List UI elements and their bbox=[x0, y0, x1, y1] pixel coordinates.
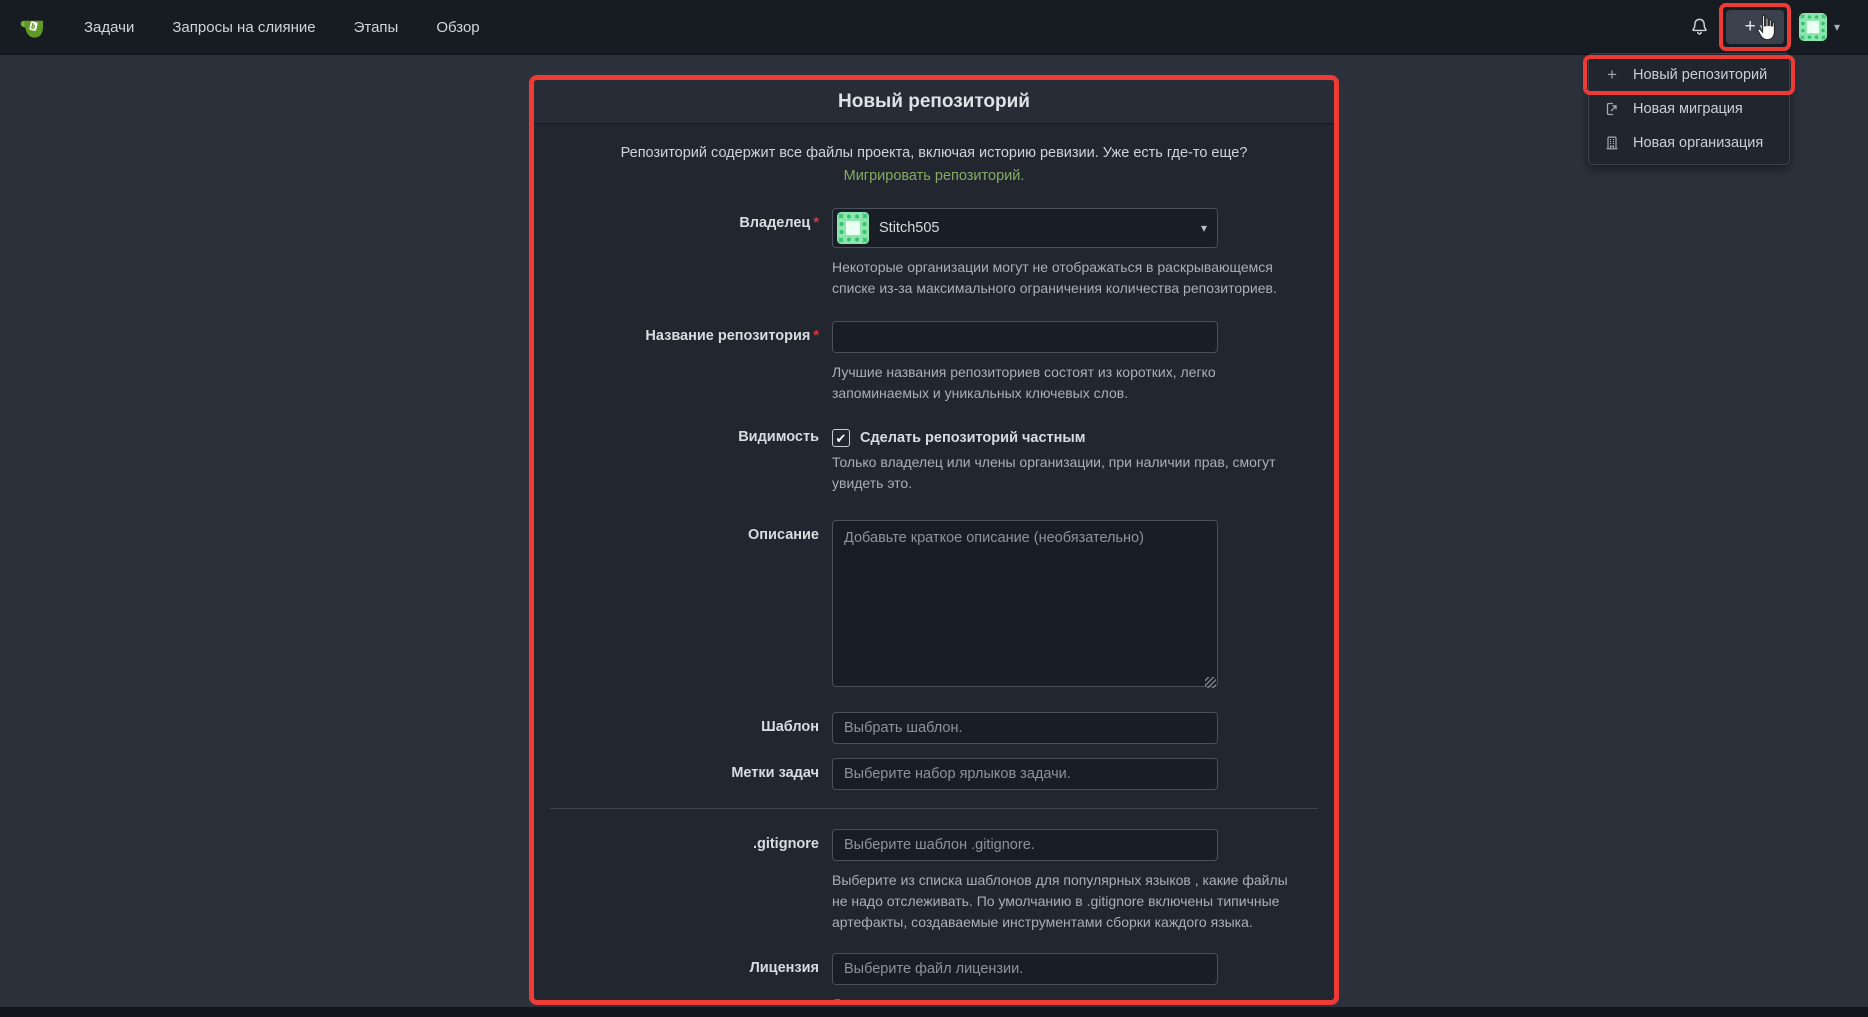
template-label: Шаблон bbox=[564, 712, 819, 744]
menu-item-new-organization[interactable]: Новая организация bbox=[1589, 126, 1789, 160]
nav-item-pull-requests[interactable]: Запросы на слияние bbox=[172, 19, 315, 36]
nav-item-milestones[interactable]: Этапы bbox=[354, 19, 399, 36]
menu-item-new-repository[interactable]: + Новый репозиторий bbox=[1589, 58, 1789, 92]
description-textarea[interactable] bbox=[832, 520, 1218, 687]
plus-icon: + bbox=[1745, 16, 1756, 38]
gitea-logo[interactable] bbox=[16, 11, 48, 43]
private-checkbox-label: Сделать репозиторий частным bbox=[860, 430, 1086, 446]
license-input[interactable] bbox=[832, 953, 1218, 985]
gitignore-help: Выберите из списка шаблонов для популярн… bbox=[832, 870, 1304, 933]
description-row: Описание bbox=[564, 520, 1304, 692]
create-new-button[interactable]: + ▾ bbox=[1726, 10, 1784, 44]
owner-row: Владелец* bbox=[564, 208, 1304, 299]
required-marker: * bbox=[813, 328, 819, 344]
license-row: Лицензия Лицензия определяет, что другие… bbox=[564, 953, 1304, 1000]
new-button-annotation-box: + ▾ bbox=[1719, 3, 1791, 51]
form-title: Новый репозиторий bbox=[534, 80, 1334, 124]
form-annotation-box: Новый репозиторий Репозиторий содержит в… bbox=[529, 75, 1339, 1005]
chevron-down-icon: ▾ bbox=[1760, 21, 1766, 34]
notifications-bell-icon[interactable] bbox=[1690, 17, 1709, 37]
form-intro: Репозиторий содержит все файлы проекта, … bbox=[584, 142, 1284, 188]
migration-icon bbox=[1603, 101, 1621, 117]
description-label: Описание bbox=[564, 520, 819, 692]
license-label: Лицензия bbox=[564, 953, 819, 1000]
owner-label: Владелец* bbox=[564, 208, 819, 299]
bottom-edge bbox=[0, 1007, 1868, 1017]
owner-value: Stitch505 bbox=[879, 220, 939, 236]
owner-help: Некоторые организации могут не отображат… bbox=[832, 257, 1304, 299]
repo-name-help: Лучшие названия репозиториев состоят из … bbox=[832, 362, 1304, 404]
gitea-teacup-icon bbox=[17, 12, 47, 42]
issue-labels-label: Метки задач bbox=[564, 758, 819, 790]
owner-avatar bbox=[837, 212, 869, 244]
create-new-dropdown-menu: + Новый репозиторий Новая миграция Новая… bbox=[1588, 53, 1790, 165]
license-help: Лицензия определяет, что другие люди мог… bbox=[832, 994, 1304, 1000]
menu-item-label: Новая организация bbox=[1633, 135, 1763, 151]
repo-name-row: Название репозитория* Лучшие названия ре… bbox=[564, 321, 1304, 404]
nav-item-issues[interactable]: Задачи bbox=[84, 19, 134, 36]
menu-item-label: Новая миграция bbox=[1633, 101, 1743, 117]
check-icon: ✔ bbox=[836, 432, 847, 445]
plus-icon: + bbox=[1603, 65, 1621, 85]
required-marker: * bbox=[813, 215, 819, 231]
identicon-avatar bbox=[1799, 13, 1827, 41]
menu-item-label: Новый репозиторий bbox=[1633, 67, 1767, 83]
user-menu-caret-icon[interactable]: ▾ bbox=[1834, 20, 1840, 34]
visibility-label: Видимость bbox=[564, 426, 819, 494]
nav-item-explore[interactable]: Обзор bbox=[436, 19, 479, 36]
issue-labels-row: Метки задач bbox=[564, 758, 1304, 790]
new-repository-form: Новый репозиторий Репозиторий содержит в… bbox=[534, 80, 1334, 1000]
repo-name-label: Название репозитория* bbox=[564, 321, 819, 404]
section-divider bbox=[550, 808, 1318, 809]
gitignore-input[interactable] bbox=[832, 829, 1218, 861]
intro-text: Репозиторий содержит все файлы проекта, … bbox=[621, 145, 1248, 161]
gitignore-label: .gitignore bbox=[564, 829, 819, 933]
visibility-row: Видимость ✔ Сделать репозиторий частным … bbox=[564, 426, 1304, 494]
organization-icon bbox=[1603, 135, 1621, 151]
template-row: Шаблон bbox=[564, 712, 1304, 744]
repo-name-input[interactable] bbox=[832, 321, 1218, 353]
issue-labels-input[interactable] bbox=[832, 758, 1218, 790]
gitignore-row: .gitignore Выберите из списка шаблонов д… bbox=[564, 829, 1304, 933]
user-avatar[interactable] bbox=[1799, 13, 1827, 41]
chevron-down-icon: ▾ bbox=[1201, 221, 1207, 235]
visibility-help: Только владелец или члены организации, п… bbox=[832, 452, 1304, 494]
private-checkbox[interactable]: ✔ bbox=[832, 429, 850, 447]
template-input[interactable] bbox=[832, 712, 1218, 744]
navbar: Задачи Запросы на слияние Этапы Обзор + … bbox=[0, 0, 1868, 55]
migrate-repository-link[interactable]: Мигрировать репозиторий. bbox=[844, 168, 1025, 184]
owner-select[interactable]: Stitch505 ▾ bbox=[832, 208, 1218, 248]
menu-item-new-migration[interactable]: Новая миграция bbox=[1589, 92, 1789, 126]
